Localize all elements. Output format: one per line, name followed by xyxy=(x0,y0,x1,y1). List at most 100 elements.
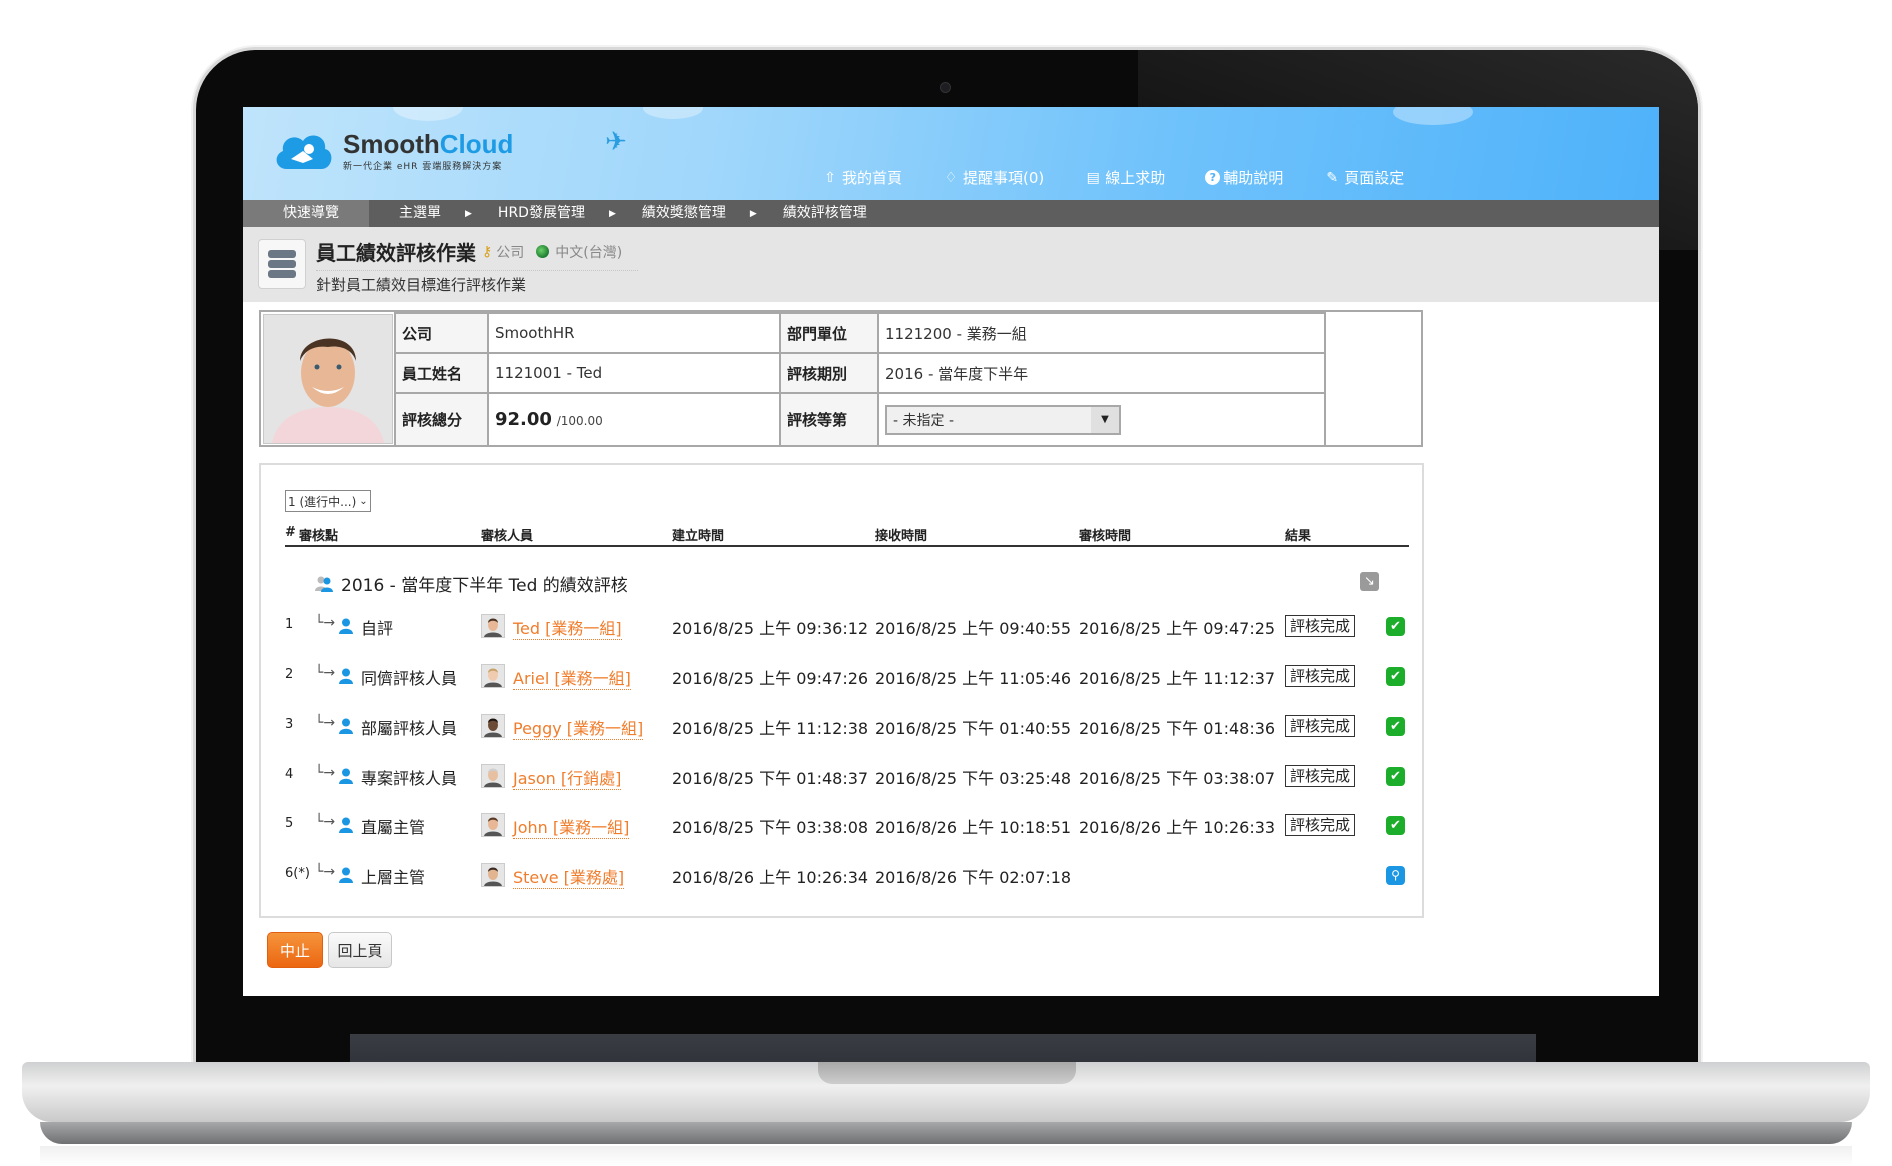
check-icon[interactable]: ✔ xyxy=(1386,617,1405,636)
reviewer-avatar xyxy=(481,714,505,738)
created-time: 2016/8/26 上午 10:26:34 xyxy=(672,868,869,887)
col-num: # xyxy=(285,525,296,540)
flow-version-select[interactable]: 1 (進行中...) ⌄ xyxy=(285,490,371,512)
settings-icon: ✎ xyxy=(1326,169,1339,186)
check-icon[interactable]: ✔ xyxy=(1386,667,1405,686)
airplane-icon: ✈ xyxy=(605,127,627,157)
top-link-label: 提醒事項(0) xyxy=(963,169,1045,187)
reviewed-time: 2016/8/25 下午 03:38:07 xyxy=(1079,769,1276,788)
top-link-home[interactable]: ⇧ 我的首頁 xyxy=(821,167,902,188)
top-link-page-settings[interactable]: ✎ 頁面設定 xyxy=(1323,167,1404,188)
grade-label: 評核等第 xyxy=(779,392,879,447)
received-time: 2016/8/26 上午 10:18:51 xyxy=(875,818,1072,837)
top-link-online-help[interactable]: ▤ 線上求助 xyxy=(1084,167,1166,188)
received-time: 2016/8/25 上午 09:40:55 xyxy=(875,619,1072,638)
person-icon xyxy=(339,618,353,634)
flow-row: 2 └→ 同儕評核人員 Ariel [業務一組] 2016/8/25 上午 09:47:… xyxy=(285,664,1409,690)
logo[interactable]: SmoothCloud 新一代企業 eHR 雲端服務解決方案 xyxy=(273,129,513,173)
decor-cloud xyxy=(643,107,703,119)
top-link-help-docs[interactable]: ? 輔助說明 xyxy=(1205,167,1283,188)
tree-branch-icon: └→ xyxy=(315,665,336,681)
flow-group-title: 2016 - 當年度下半年 Ted 的績效評核 xyxy=(315,571,628,596)
status-badge[interactable]: 評核完成 xyxy=(1285,715,1356,737)
search-icon[interactable]: ⚲ xyxy=(1386,866,1405,885)
review-node: 專案評核人員 xyxy=(361,769,458,788)
col-reviewed: 審核時間 xyxy=(1079,529,1132,544)
back-button[interactable]: 回上頁 xyxy=(328,932,392,968)
total-score: 92.00 xyxy=(495,409,552,430)
reviewer-link[interactable]: Peggy [業務一組] xyxy=(513,715,644,740)
review-node: 上層主管 xyxy=(361,868,426,887)
users-icon xyxy=(315,576,333,592)
stop-button[interactable]: 中止 xyxy=(267,932,323,968)
chevron-down-icon: ⌄ xyxy=(359,495,368,507)
check-icon[interactable]: ✔ xyxy=(1386,767,1405,786)
score-max: /100.00 xyxy=(556,414,603,428)
reviewer-link[interactable]: Ariel [業務一組] xyxy=(513,665,631,690)
tree-branch-icon: └→ xyxy=(315,864,336,880)
home-icon: ⇧ xyxy=(824,169,836,186)
tree-branch-icon: └→ xyxy=(315,765,336,781)
row-number: 5 xyxy=(285,816,294,831)
tree-branch-icon: └→ xyxy=(315,615,336,631)
check-icon[interactable]: ✔ xyxy=(1386,717,1405,736)
collapse-arrow-icon[interactable]: ↘ xyxy=(1360,572,1379,591)
row-number: 2 xyxy=(285,667,294,682)
breadcrumb-item[interactable]: 績效獎懲管理 xyxy=(642,200,750,227)
decor-cloud xyxy=(1393,107,1473,125)
page-title-row: 員工績效評核作業 ⚷ 公司 中文(台灣) xyxy=(316,237,638,271)
flow-row: 5 └→ 直屬主管 John [業務一組] 2016/8/25 下午 03:38:08 2… xyxy=(285,813,1409,839)
status-badge[interactable]: 評核完成 xyxy=(1285,765,1356,787)
breadcrumb-item[interactable]: 績效評核管理 xyxy=(783,200,891,227)
check-icon[interactable]: ✔ xyxy=(1386,816,1405,835)
row-number: 1 xyxy=(285,617,294,632)
received-time: 2016/8/25 下午 01:40:55 xyxy=(875,719,1072,738)
review-node: 部屬評核人員 xyxy=(361,719,458,738)
status-badge[interactable]: 評核完成 xyxy=(1285,665,1356,687)
server-icon xyxy=(258,239,306,289)
col-node: 審核點 xyxy=(299,529,339,544)
status-badge[interactable]: 評核完成 xyxy=(1285,615,1356,637)
reviewer-link[interactable]: Ted [業務一組] xyxy=(513,615,622,640)
quick-nav-button[interactable]: 快速導覽 xyxy=(243,200,369,227)
camera-dot xyxy=(940,82,951,93)
reviewed-time: 2016/8/26 上午 10:26:33 xyxy=(1079,818,1276,837)
grade-cell: - 未指定 - ▼ xyxy=(877,392,1326,447)
col-created: 建立時間 xyxy=(672,529,725,544)
top-link-reminders[interactable]: ♢ 提醒事項(0) xyxy=(942,167,1045,188)
employee-photo xyxy=(263,314,393,444)
person-icon xyxy=(339,718,353,734)
person-icon xyxy=(339,817,353,833)
review-node: 直屬主管 xyxy=(361,818,426,837)
top-link-label: 我的首頁 xyxy=(842,169,903,187)
employee-name-value: 1121001 - Ted xyxy=(487,352,781,394)
reviewer-avatar xyxy=(481,863,505,887)
employee-avatar-image xyxy=(264,315,392,443)
grade-select[interactable]: - 未指定 - ▼ xyxy=(885,404,1121,435)
dept-value: 1121200 - 業務一組 xyxy=(877,312,1326,354)
flow-row: 6(*) └→ 上層主管 Steve [業務處] 2016/8/26 上午 10:26:… xyxy=(285,863,1409,889)
created-time: 2016/8/25 上午 11:12:38 xyxy=(672,719,869,738)
person-icon xyxy=(339,768,353,784)
question-icon: ? xyxy=(1205,170,1221,185)
flow-row: 4 └→ 專案評核人員 Jason [行銷處] 2016/8/25 下午 01:48:3… xyxy=(285,764,1409,790)
brand-part2: Cloud xyxy=(439,128,514,159)
language-label[interactable]: 中文(台灣) xyxy=(555,242,622,262)
action-buttons: 中止 回上頁 xyxy=(267,932,397,968)
reviewed-time: 2016/8/25 上午 11:12:37 xyxy=(1079,669,1276,688)
reviewer-link[interactable]: Steve [業務處] xyxy=(513,864,625,889)
created-time: 2016/8/25 下午 01:48:37 xyxy=(672,769,869,788)
reviewer-link[interactable]: Jason [行銷處] xyxy=(513,765,622,790)
received-time: 2016/8/25 上午 11:05:46 xyxy=(875,669,1072,688)
row-number: 6(*) xyxy=(285,866,310,881)
employee-info-table: 公司 SmoothHR 部門單位 1121200 - 業務一組 員工姓名 112… xyxy=(259,310,1423,447)
reviewed-time: 2016/8/25 下午 01:48:36 xyxy=(1079,719,1276,738)
breadcrumb-separator-icon: ▶ xyxy=(749,208,757,219)
status-badge[interactable]: 評核完成 xyxy=(1285,814,1356,836)
reviewer-link[interactable]: John [業務一組] xyxy=(513,814,630,839)
grade-select-value: - 未指定 - xyxy=(893,412,955,429)
approval-flow-panel: 1 (進行中...) ⌄ # 審核點 審核人員 建立時間 接收時間 審核時間 結果… xyxy=(259,463,1424,918)
breadcrumb-item[interactable]: 主選單 xyxy=(399,200,465,227)
breadcrumb-item[interactable]: HRD發展管理 xyxy=(498,200,609,227)
top-link-label: 輔助說明 xyxy=(1223,169,1284,187)
